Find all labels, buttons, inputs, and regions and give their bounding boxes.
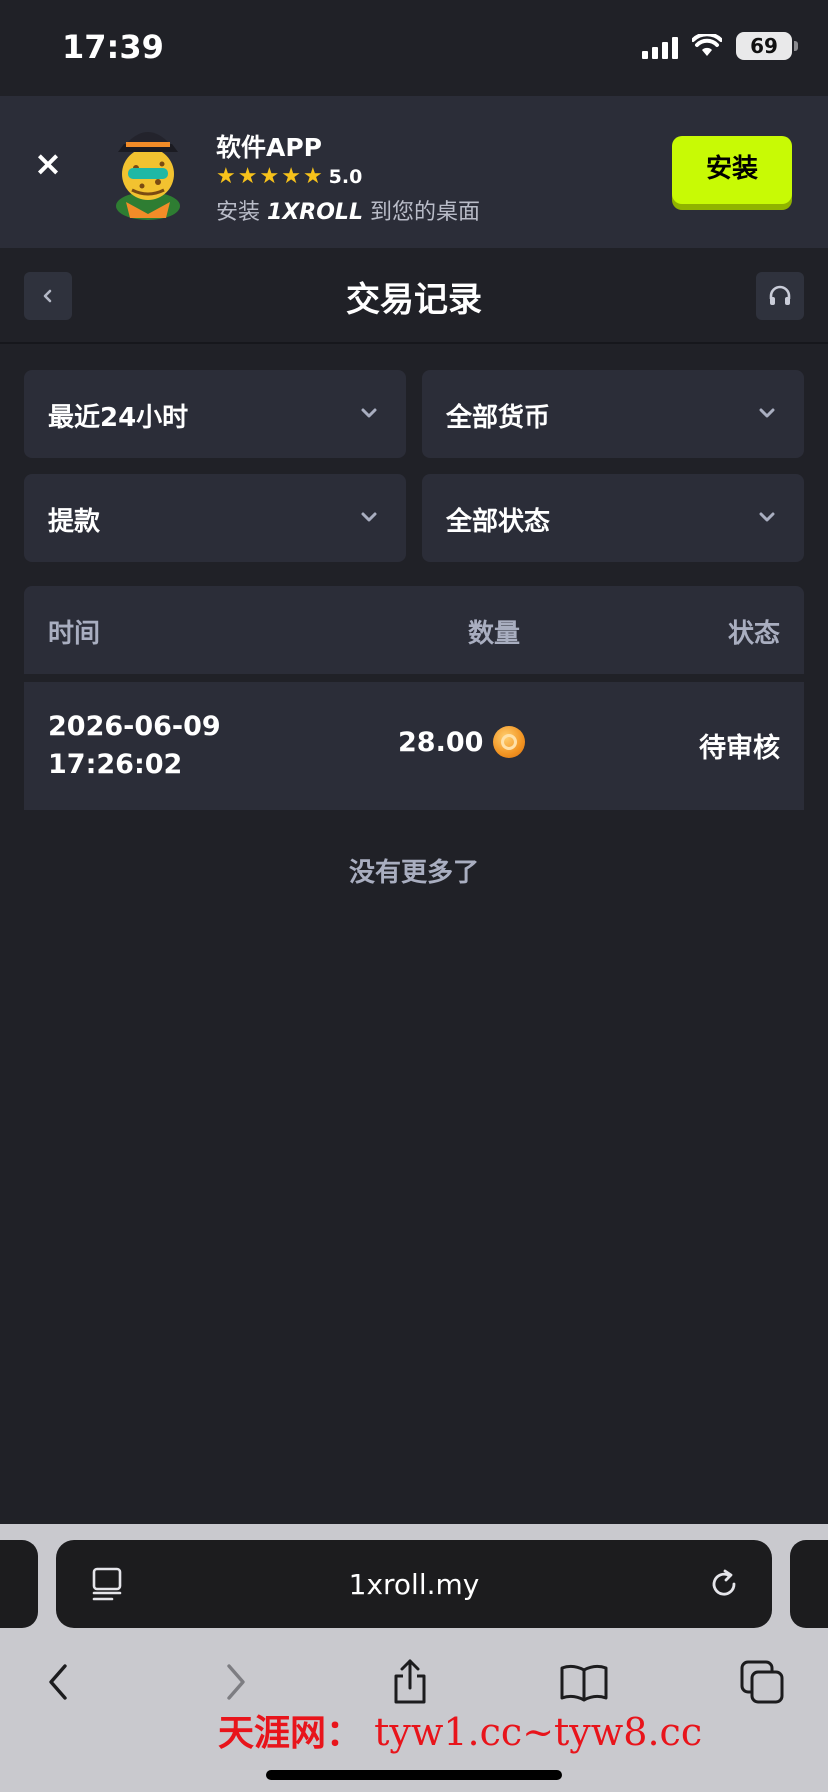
rating-score: 5.0 [328, 166, 363, 188]
star-icon: ★ [216, 164, 236, 189]
banner-description: 安装 1XROLL 到您的桌面 [216, 194, 480, 226]
home-indicator [266, 1770, 562, 1780]
battery-icon: 69 [736, 32, 798, 60]
install-button[interactable]: 安装 [672, 136, 792, 204]
period-filter-label: 最近24小时 [48, 403, 189, 433]
table-row[interactable]: 2026-06-09 17:26:02 28.00 待审核 [24, 682, 804, 810]
book-icon [560, 1664, 608, 1702]
row-amount-value: 28.00 [398, 726, 484, 758]
url-text: 1xroll.my [348, 1568, 480, 1601]
chevron-down-icon [759, 408, 775, 418]
chevron-down-icon [361, 408, 377, 418]
banner-rating: ★ ★ ★ ★ ★ 5.0 [216, 164, 363, 189]
app-install-banner: × 软件APP ★ ★ ★ ★ ★ 5.0 安装 1XROLL 到您的桌面 安装 [0, 96, 828, 248]
chevron-down-icon [361, 512, 377, 522]
browser-back-button[interactable] [30, 1654, 86, 1710]
customer-support-button[interactable] [756, 272, 804, 320]
period-filter-dropdown[interactable]: 最近24小时 [24, 370, 406, 458]
headphones-icon [769, 285, 791, 305]
star-icon: ★ [302, 164, 323, 189]
coin-icon [493, 726, 526, 758]
reload-icon[interactable] [706, 1566, 742, 1602]
cellular-signal-icon [642, 33, 678, 59]
tabs-button[interactable] [734, 1654, 790, 1710]
type-filter-dropdown[interactable]: 提款 [24, 474, 406, 562]
next-tab-preview[interactable] [790, 1540, 828, 1628]
row-time: 17:26:02 [48, 749, 183, 780]
wifi-icon [692, 34, 722, 56]
star-icon: ★ [281, 164, 301, 189]
watermark-text: 天涯网： tyw1.cc~tyw8.cc [218, 1704, 702, 1756]
page-header: 交易记录 [0, 248, 828, 344]
watermark-cn: 天涯网： [218, 1712, 363, 1754]
row-datetime: 2026-06-09 17:26:02 [48, 708, 221, 784]
star-icon: ★ [259, 164, 280, 189]
share-button[interactable] [382, 1654, 438, 1710]
chevron-left-icon [49, 1664, 67, 1700]
star-icon: ★ [237, 164, 258, 189]
table-header: 时间 数量 状态 [24, 586, 804, 674]
status-filter-label: 全部状态 [446, 507, 551, 537]
banner-desc-suffix: 到您的桌面 [369, 200, 480, 225]
close-banner-button[interactable]: × [30, 146, 66, 182]
row-amount: 28.00 [398, 726, 526, 758]
status-icons: 69 [642, 32, 798, 60]
currency-filter-label: 全部货币 [446, 403, 551, 433]
app-logo-icon [116, 132, 180, 220]
row-date: 2026-06-09 [48, 711, 221, 742]
chevron-right-icon [227, 1664, 245, 1700]
share-icon [394, 1659, 426, 1704]
column-header-time: 时间 [48, 619, 101, 649]
no-more-text: 没有更多了 [348, 858, 479, 888]
column-header-amount: 数量 [468, 619, 521, 649]
currency-filter-dropdown[interactable]: 全部货币 [422, 370, 804, 458]
chevron-down-icon [759, 512, 775, 522]
banner-desc-prefix: 安装 [216, 200, 261, 225]
watermark-en: tyw1.cc~tyw8.cc [374, 1710, 703, 1754]
previous-tab-preview[interactable] [0, 1540, 38, 1628]
status-bar: 17:39 69 [0, 0, 828, 96]
banner-title: 软件APP [216, 133, 322, 162]
page-title: 交易记录 [346, 280, 482, 320]
column-header-status: 状态 [727, 619, 780, 649]
status-time: 17:39 [62, 28, 164, 66]
status-filter-dropdown[interactable]: 全部状态 [422, 474, 804, 562]
browser-bottom-bar: 1xroll.my 天涯网： tyw1.cc~tyw8.cc [0, 1524, 828, 1792]
type-filter-label: 提款 [48, 507, 101, 537]
browser-forward-button[interactable] [208, 1654, 264, 1710]
row-status: 待审核 [699, 733, 780, 764]
banner-desc-brand: 1XROLL [267, 200, 363, 225]
address-bar[interactable]: 1xroll.my [56, 1540, 772, 1628]
tabs-icon [740, 1660, 784, 1704]
bookmarks-button[interactable] [556, 1654, 612, 1710]
